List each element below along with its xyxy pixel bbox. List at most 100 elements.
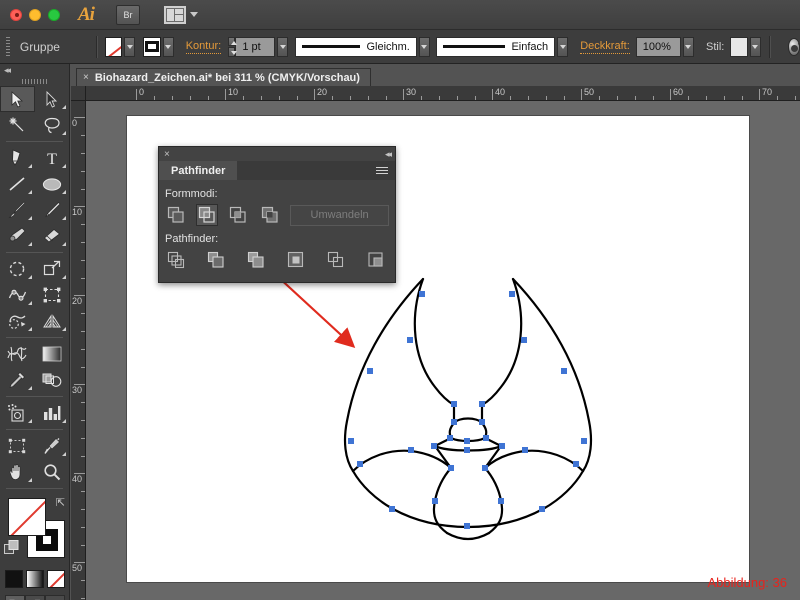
- stroke-profile-dropdown-button[interactable]: [418, 36, 430, 57]
- opacity-label[interactable]: Deckkraft:: [580, 40, 630, 54]
- stroke-weight-dropdown-button[interactable]: [277, 36, 289, 57]
- brush-label: Einfach: [511, 40, 549, 53]
- zoom-window-button[interactable]: [48, 8, 60, 21]
- shape-builder-tool[interactable]: [0, 308, 35, 334]
- magic-wand-tool[interactable]: [0, 112, 35, 138]
- biohazard-artwork[interactable]: [323, 271, 613, 551]
- collapse-panel-icon[interactable]: ◂◂: [385, 149, 392, 160]
- ruler-corner[interactable]: [71, 86, 86, 101]
- blob-brush-tool[interactable]: [0, 223, 35, 249]
- pathfinder-body: Formmodi: Umwandeln Pathfinder:: [159, 180, 395, 271]
- minimize-window-button[interactable]: [29, 8, 41, 21]
- minus-back-button[interactable]: [365, 249, 387, 271]
- arrange-documents-button[interactable]: [163, 5, 198, 24]
- line-segment-tool[interactable]: [0, 171, 35, 197]
- direct-selection-tool[interactable]: [35, 86, 70, 112]
- column-graph-tool[interactable]: [35, 400, 70, 426]
- style-label: Stil:: [706, 40, 725, 53]
- tool-grid: T: [0, 86, 69, 492]
- pathfinder-panel-titlebar[interactable]: × ◂◂: [159, 147, 395, 161]
- blend-tool[interactable]: [35, 367, 70, 393]
- paintbrush-tool[interactable]: [0, 197, 35, 223]
- stroke-dropdown-button[interactable]: [162, 36, 174, 57]
- trim-button[interactable]: [205, 249, 227, 271]
- tools-panel-header[interactable]: ◂◂: [0, 64, 69, 76]
- eraser-tool[interactable]: [35, 223, 70, 249]
- eyedropper-tool[interactable]: [0, 367, 35, 393]
- intersect-button[interactable]: [228, 204, 249, 226]
- gradient-swatch-button[interactable]: [25, 570, 44, 588]
- color-swatch-button[interactable]: [4, 570, 23, 588]
- ruler-label-h-40: 40: [495, 87, 506, 97]
- window-controls: [10, 8, 60, 21]
- control-bar-grip[interactable]: [6, 36, 10, 57]
- type-tool[interactable]: T: [35, 145, 70, 171]
- pathfinder-panel[interactable]: × ◂◂ Pathfinder Formmodi: Umwandeln Path…: [158, 146, 396, 283]
- opacity-input[interactable]: 100%: [635, 36, 681, 57]
- slice-tool[interactable]: [35, 433, 70, 459]
- tools-panel-grip[interactable]: [0, 76, 69, 86]
- fill-swatch-tool[interactable]: [8, 498, 46, 536]
- width-tool[interactable]: [0, 282, 35, 308]
- close-window-button[interactable]: [10, 8, 22, 21]
- screen-mode-buttons: [0, 595, 69, 600]
- stroke-weight-label[interactable]: Kontur:: [185, 40, 222, 54]
- brush-definition-combo[interactable]: Einfach: [436, 36, 556, 57]
- panel-menu-icon[interactable]: [376, 161, 395, 180]
- expand-button[interactable]: Umwandeln: [290, 204, 389, 226]
- stroke-weight-stepper[interactable]: [228, 36, 238, 57]
- collapse-panel-icon[interactable]: ◂◂: [4, 65, 11, 76]
- stroke-profile-combo[interactable]: Gleichm.: [294, 36, 417, 57]
- merge-button[interactable]: [245, 249, 267, 271]
- full-screen-button[interactable]: [44, 595, 65, 600]
- none-swatch-button[interactable]: [46, 570, 65, 588]
- lasso-tool[interactable]: [35, 112, 70, 138]
- ruler-label-h-60: 60: [673, 87, 684, 97]
- opacity-dropdown-button[interactable]: [682, 36, 694, 57]
- mesh-tool[interactable]: [0, 341, 35, 367]
- appearance-ball-icon[interactable]: [787, 37, 800, 56]
- rotate-tool[interactable]: [0, 256, 35, 282]
- ellipse-tool[interactable]: [35, 171, 70, 197]
- perspective-grid-tool[interactable]: [35, 308, 70, 334]
- horizontal-ruler[interactable]: 0 10 20 30 40 50 60 70: [71, 86, 800, 101]
- brush-definition-dropdown-button[interactable]: [557, 36, 569, 57]
- exclude-button[interactable]: [259, 204, 280, 226]
- fill-dropdown-button[interactable]: [124, 36, 136, 57]
- artboard-tool[interactable]: [0, 433, 35, 459]
- divide-button[interactable]: [165, 249, 187, 271]
- bridge-button[interactable]: Br: [115, 4, 140, 25]
- fill-swatch[interactable]: [104, 36, 123, 57]
- zoom-tool[interactable]: [35, 459, 70, 485]
- gradient-tool[interactable]: [35, 341, 70, 367]
- close-icon[interactable]: ×: [164, 149, 170, 160]
- pencil-tool[interactable]: [35, 197, 70, 223]
- minus-front-button[interactable]: [196, 204, 218, 226]
- full-screen-with-menu-button[interactable]: [24, 595, 45, 600]
- default-fill-stroke-icon[interactable]: [4, 540, 19, 558]
- shape-modes-row: Umwandeln: [165, 204, 389, 226]
- symbol-sprayer-tool[interactable]: [0, 400, 35, 426]
- vertical-ruler[interactable]: 0 10 20 30 40 50: [71, 101, 86, 600]
- scale-tool[interactable]: [35, 256, 70, 282]
- divider-2: [769, 35, 770, 58]
- crop-button[interactable]: [285, 249, 307, 271]
- free-transform-tool[interactable]: [35, 282, 70, 308]
- hand-tool[interactable]: [0, 459, 35, 485]
- pen-tool[interactable]: [0, 145, 35, 171]
- ruler-label-h-50: 50: [584, 87, 595, 97]
- stroke-swatch[interactable]: [143, 36, 161, 57]
- close-icon[interactable]: ×: [83, 72, 89, 83]
- graphic-style-swatch[interactable]: [730, 36, 748, 57]
- swap-fill-stroke-icon[interactable]: ⇱: [56, 496, 65, 509]
- document-tab[interactable]: × Biohazard_Zeichen.ai* bei 311 % (CMYK/…: [76, 68, 371, 86]
- selection-tool[interactable]: [0, 86, 35, 112]
- graphic-style-dropdown-button[interactable]: [749, 36, 762, 57]
- outline-button[interactable]: [325, 249, 347, 271]
- tools-panel: ◂◂ T ⇱: [0, 64, 70, 600]
- stroke-weight-input[interactable]: 1 pt: [235, 36, 276, 57]
- unite-button[interactable]: [165, 204, 186, 226]
- tab-pathfinder[interactable]: Pathfinder: [159, 161, 238, 180]
- ruler-label-h-30: 30: [406, 87, 417, 97]
- normal-screen-mode-button[interactable]: [4, 595, 25, 600]
